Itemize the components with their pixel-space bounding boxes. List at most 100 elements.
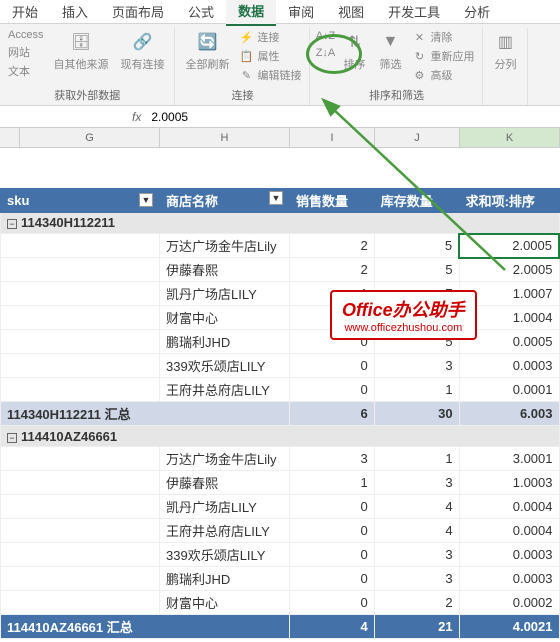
col-i[interactable]: I (290, 128, 375, 147)
filter-dropdown-icon[interactable]: ▼ (269, 191, 283, 205)
cell-sales[interactable]: 0 (289, 495, 374, 519)
btn-other-sources[interactable]: 🗄自其他来源 (49, 28, 112, 74)
btn-refresh-all[interactable]: 🔄全部刷新 (181, 28, 233, 74)
btn-sort-za[interactable]: Z↓A (316, 45, 334, 61)
cell[interactable] (1, 258, 160, 282)
cell[interactable] (1, 378, 160, 402)
cell[interactable] (1, 495, 160, 519)
btn-clear[interactable]: ✕清除 (410, 28, 476, 46)
cell-stock[interactable]: 5 (374, 258, 459, 282)
cell-sort[interactable]: 0.0001 (459, 378, 559, 402)
tab-review[interactable]: 审阅 (276, 0, 326, 25)
cell-store[interactable]: 财富中心 (160, 591, 290, 615)
cell[interactable] (1, 591, 160, 615)
btn-filter[interactable]: ▼筛选 (374, 28, 406, 74)
tab-home[interactable]: 开始 (0, 0, 50, 25)
tab-insert[interactable]: 插入 (50, 0, 100, 25)
cell-stock[interactable]: 3 (374, 567, 459, 591)
cell-sales[interactable]: 0 (289, 543, 374, 567)
cell[interactable] (1, 543, 160, 567)
cell-store[interactable]: 伊藤春熙 (160, 258, 290, 282)
cell-sales[interactable]: 2 (289, 258, 374, 282)
tab-formulas[interactable]: 公式 (176, 0, 226, 25)
cell-store[interactable]: 凯丹广场店LILY (160, 282, 290, 306)
collapse-icon[interactable]: − (7, 433, 17, 443)
cell-sort[interactable]: 3.0001 (459, 447, 559, 471)
cell-store[interactable]: 339欢乐颂店LILY (160, 354, 290, 378)
cell[interactable] (1, 234, 160, 258)
cell-sort[interactable]: 0.0003 (459, 567, 559, 591)
cell[interactable] (1, 519, 160, 543)
col-k[interactable]: K (460, 128, 560, 147)
btn-text[interactable]: 文本 (6, 62, 45, 80)
btn-sort[interactable]: ⇅排序 (338, 28, 370, 74)
cell[interactable] (1, 306, 160, 330)
cell-stock[interactable]: 1 (374, 447, 459, 471)
cell[interactable]: 4.0021 (459, 615, 559, 639)
btn-reapply[interactable]: ↻重新应用 (410, 47, 476, 65)
cell-store[interactable]: 鹏瑞利JHD (160, 567, 290, 591)
tab-analyze[interactable]: 分析 (452, 0, 502, 25)
btn-web[interactable]: 网站 (6, 43, 45, 61)
col-j[interactable]: J (375, 128, 460, 147)
cell[interactable]: 21 (374, 615, 459, 639)
cell-total-label[interactable]: 114410AZ46661 汇总 (1, 615, 290, 639)
cell[interactable]: 6 (289, 402, 374, 426)
cell[interactable] (1, 354, 160, 378)
cell-store[interactable]: 王府井总府店LILY (160, 378, 290, 402)
cell[interactable] (1, 282, 160, 306)
cell-store[interactable]: 339欢乐颂店LILY (160, 543, 290, 567)
header-stock[interactable]: 库存数量 (374, 189, 459, 213)
header-sort[interactable]: 求和项:排序 (459, 189, 559, 213)
cell-store[interactable]: 财富中心 (160, 306, 290, 330)
cell-stock[interactable]: 4 (374, 495, 459, 519)
cell-sales[interactable]: 0 (289, 354, 374, 378)
btn-existing-conn[interactable]: 🔗现有连接 (116, 28, 168, 74)
cell-stock[interactable]: 3 (374, 354, 459, 378)
cell-total-label[interactable]: 114340H112211 汇总 (1, 402, 290, 426)
filter-dropdown-icon[interactable]: ▼ (139, 193, 153, 207)
cell-sort[interactable]: 0.0003 (459, 543, 559, 567)
col-g[interactable]: G (20, 128, 160, 147)
fx-icon[interactable]: fx (132, 110, 141, 124)
tab-devtools[interactable]: 开发工具 (376, 0, 452, 25)
cell-sort[interactable]: 2.0005 (459, 234, 559, 258)
col-h[interactable]: H (160, 128, 290, 147)
cell-sort[interactable]: 0.0002 (459, 591, 559, 615)
cell-sort[interactable]: 0.0003 (459, 354, 559, 378)
cell-sales[interactable]: 2 (289, 234, 374, 258)
cell-sales[interactable]: 0 (289, 519, 374, 543)
formula-input[interactable] (149, 108, 556, 126)
cell-sort[interactable]: 1.0003 (459, 471, 559, 495)
cell-store[interactable]: 万达广场金牛店Lily (160, 447, 290, 471)
btn-properties[interactable]: 📋属性 (237, 47, 303, 65)
btn-edit-links[interactable]: ✎编辑链接 (237, 66, 303, 84)
btn-advanced[interactable]: ⚙高级 (410, 66, 476, 84)
collapse-icon[interactable]: − (7, 219, 17, 229)
cell[interactable] (1, 330, 160, 354)
btn-connections[interactable]: ⚡连接 (237, 28, 303, 46)
cell-stock[interactable]: 2 (374, 591, 459, 615)
cell-sort[interactable]: 2.0005 (459, 258, 559, 282)
tab-view[interactable]: 视图 (326, 0, 376, 25)
btn-sort-az[interactable]: A↓Z (316, 28, 334, 44)
cell-stock[interactable]: 1 (374, 378, 459, 402)
header-store[interactable]: 商店名称▼ (160, 189, 290, 213)
cell-sort[interactable]: 0.0004 (459, 495, 559, 519)
cell-sales[interactable]: 3 (289, 447, 374, 471)
cell[interactable]: 6.003 (459, 402, 559, 426)
header-sales[interactable]: 销售数量 (289, 189, 374, 213)
cell-sales[interactable]: 1 (289, 471, 374, 495)
cell-stock[interactable]: 3 (374, 471, 459, 495)
cell-sort[interactable]: 0.0004 (459, 519, 559, 543)
cell-store[interactable]: 凯丹广场店LILY (160, 495, 290, 519)
cell[interactable] (1, 471, 160, 495)
cell-stock[interactable]: 3 (374, 543, 459, 567)
cell-store[interactable]: 万达广场金牛店Lily (160, 234, 290, 258)
cell-store[interactable]: 伊藤春熙 (160, 471, 290, 495)
header-sku[interactable]: sku▼ (1, 189, 160, 213)
tab-layout[interactable]: 页面布局 (100, 0, 176, 25)
cell-sales[interactable]: 0 (289, 378, 374, 402)
btn-split[interactable]: ▥分列 (489, 28, 521, 74)
cell[interactable]: 4 (289, 615, 374, 639)
